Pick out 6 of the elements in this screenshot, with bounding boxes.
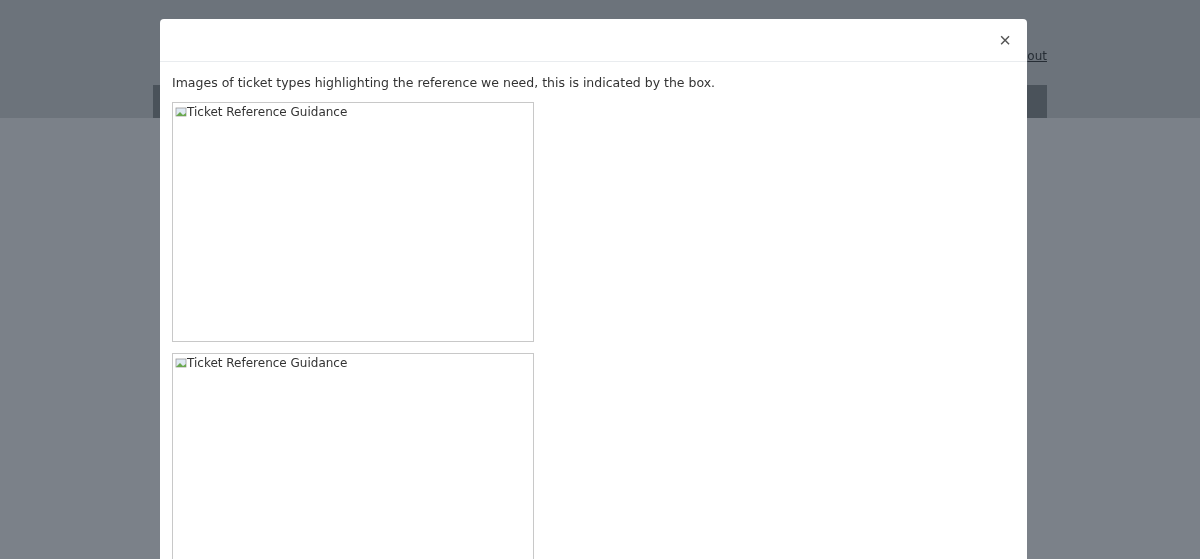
close-button[interactable]: × bbox=[995, 30, 1015, 50]
broken-image-icon bbox=[175, 357, 187, 369]
image-alt-text: Ticket Reference Guidance bbox=[173, 103, 348, 119]
intro-text: Images of ticket types highlighting the reference we need, this is indicated by the box. bbox=[172, 75, 717, 90]
broken-image-icon bbox=[175, 106, 187, 118]
image-alt-text: Ticket Reference Guidance bbox=[173, 354, 348, 370]
